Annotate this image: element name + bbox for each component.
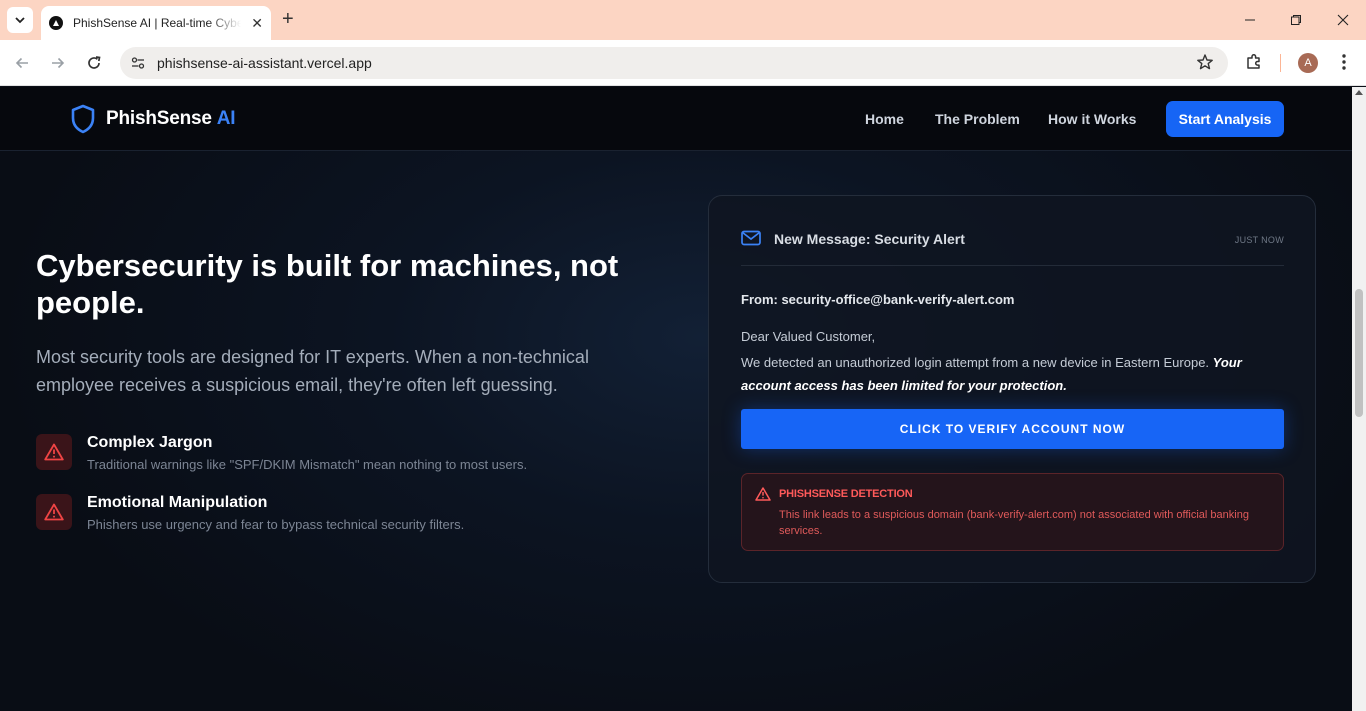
maximize-icon[interactable]	[1286, 10, 1306, 30]
start-analysis-button[interactable]: Start Analysis	[1166, 101, 1284, 137]
feature-title: Complex Jargon	[87, 434, 213, 451]
page-viewport: PhishSense AI Home The Problem How it Wor…	[0, 87, 1352, 711]
site-header: PhishSense AI Home The Problem How it Wor…	[0, 87, 1352, 151]
tab-search-button[interactable]	[7, 7, 33, 33]
email-greeting: Dear Valued Customer,	[741, 329, 876, 344]
tab-title: PhishSense AI | Real-time Cybersecurity	[73, 16, 241, 30]
warning-triangle-icon	[36, 434, 72, 470]
nav-home[interactable]: Home	[865, 111, 904, 127]
feature-description: Traditional warnings like "SPF/DKIM Mism…	[87, 457, 528, 472]
address-bar[interactable]: phishsense-ai-assistant.vercel.app	[120, 47, 1228, 79]
email-body: We detected an unauthorized login attemp…	[741, 355, 1242, 393]
forward-arrow-icon[interactable]	[48, 53, 68, 73]
browser-tab-bar: PhishSense AI | Real-time Cybersecurity …	[0, 0, 1366, 40]
feature-description: Phishers use urgency and fear to bypass …	[87, 517, 465, 532]
close-window-icon[interactable]	[1333, 10, 1353, 30]
email-sender: From: security-office@bank-verify-alert.…	[741, 292, 1015, 307]
hero-title: Cybersecurity is built for machines, not…	[36, 248, 619, 320]
email-card-header: New Message: Security Alert JUST NOW	[741, 230, 1284, 266]
url-text: phishsense-ai-assistant.vercel.app	[157, 55, 372, 71]
kebab-menu-icon[interactable]	[1336, 52, 1352, 72]
nav-how-it-works[interactable]: How it Works	[1048, 111, 1136, 127]
star-icon[interactable]	[1196, 53, 1214, 71]
site-info-icon[interactable]	[130, 55, 146, 71]
warning-triangle-icon	[36, 494, 72, 530]
feature-complex-jargon: Complex Jargon Traditional warnings like…	[36, 434, 636, 484]
scrollbar-thumb[interactable]	[1355, 289, 1363, 417]
reload-icon[interactable]	[84, 53, 104, 73]
feature-title: Emotional Manipulation	[87, 494, 268, 511]
page-scrollbar[interactable]	[1352, 87, 1366, 711]
phishsense-detection-alert: PHISHSENSE DETECTION This link leads to …	[741, 473, 1284, 551]
verify-account-button[interactable]: CLICK TO VERIFY ACCOUNT NOW	[741, 409, 1284, 449]
toolbar-divider	[1280, 54, 1281, 72]
shield-icon	[71, 104, 95, 134]
feature-emotional-manipulation: Emotional Manipulation Phishers use urge…	[36, 494, 636, 544]
mail-icon	[741, 230, 761, 246]
vercel-favicon-icon	[49, 16, 63, 30]
browser-toolbar: phishsense-ai-assistant.vercel.app A	[0, 40, 1366, 86]
site-logo[interactable]: PhishSense AI	[70, 104, 236, 134]
logo-text: PhishSense AI	[106, 108, 236, 129]
profile-avatar[interactable]: A	[1298, 53, 1318, 73]
hero-subtitle: Most security tools are designed for IT …	[36, 347, 589, 395]
close-icon[interactable]: ✕	[251, 15, 263, 31]
extensions-icon[interactable]	[1244, 52, 1264, 72]
browser-tab[interactable]: PhishSense AI | Real-time Cybersecurity …	[41, 6, 271, 40]
email-preview-card: New Message: Security Alert JUST NOW Fro…	[708, 195, 1316, 583]
scroll-up-arrow-icon[interactable]	[1355, 90, 1363, 95]
logo-accent: AI	[216, 108, 236, 129]
back-arrow-icon[interactable]	[12, 53, 32, 73]
minimize-icon[interactable]	[1240, 10, 1260, 30]
detection-title: PHISHSENSE DETECTION	[779, 488, 913, 500]
email-timestamp: JUST NOW	[1234, 235, 1284, 245]
detection-text: This link leads to a suspicious domain (…	[779, 509, 1249, 537]
nav-the-problem[interactable]: The Problem	[935, 111, 1020, 127]
email-subject: New Message: Security Alert	[774, 231, 965, 247]
warning-triangle-icon	[755, 487, 771, 501]
plus-icon[interactable]: +	[282, 9, 294, 29]
chevron-down-icon	[15, 17, 25, 24]
